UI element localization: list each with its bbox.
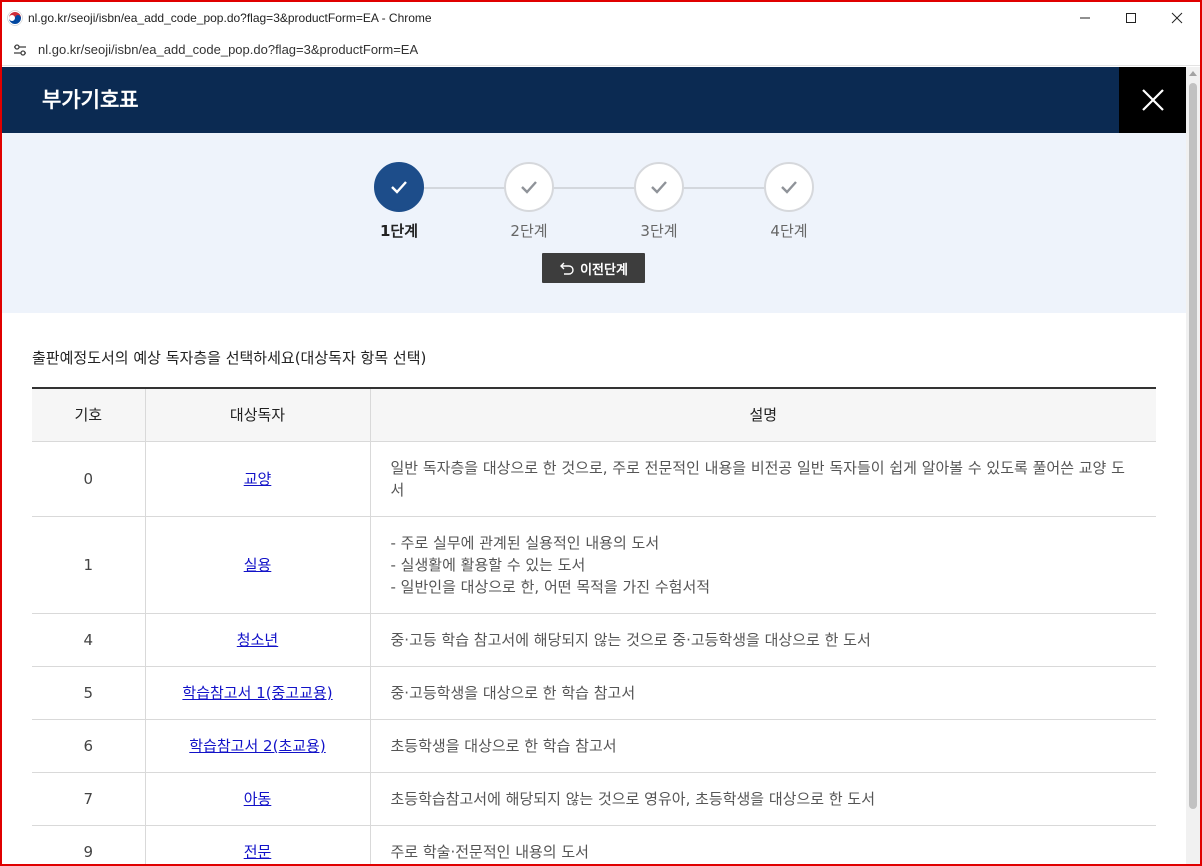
check-icon (521, 181, 537, 194)
title-bar: nl.go.kr/seoji/isbn/ea_add_code_pop.do?f… (2, 2, 1200, 34)
description-line: 초등학습참고서에 해당되지 않는 것으로 영유아, 초등학생을 대상으로 한 도… (390, 789, 876, 808)
table-row: 5 학습참고서 1(중고교용) 중·고등학생을 대상으로 한 학습 참고서 (32, 666, 1156, 720)
table-row: 0 교양 일반 독자층을 대상으로 한 것으로, 주로 전문적인 내용을 비전공… (32, 441, 1156, 517)
step-2: 2단계 (464, 162, 594, 241)
reader-cell: 학습참고서 2(초교용) (144, 719, 370, 773)
address-bar: nl.go.kr/seoji/isbn/ea_add_code_pop.do?f… (2, 34, 1200, 66)
reader-link-children[interactable]: 아동 (244, 790, 272, 808)
browser-window: nl.go.kr/seoji/isbn/ea_add_code_pop.do?f… (0, 0, 1202, 866)
description-line: 주로 학술·전문적인 내용의 도서 (390, 842, 589, 861)
vertical-scrollbar[interactable] (1186, 67, 1200, 864)
modal-title: 부가기호표 (42, 88, 139, 112)
page-viewport: 부가기호표 1단계 2단계 3단계 4단계 이전단계 출판예정도서의 예상 독자… (2, 67, 1186, 864)
description-cell: 중·고등학생을 대상으로 한 학습 참고서 (369, 666, 1156, 720)
description-line: - 일반인을 대상으로 한, 어떤 목적을 가진 수험서적 (390, 577, 711, 596)
column-header-reader: 대상독자 (144, 387, 370, 442)
window-controls (1062, 2, 1200, 34)
step-3: 3단계 (594, 162, 724, 241)
step-4-label: 4단계 (770, 222, 808, 240)
reader-link-professional[interactable]: 전문 (244, 843, 272, 861)
site-info-button[interactable] (12, 42, 28, 58)
previous-step-button[interactable]: 이전단계 (542, 253, 645, 283)
description-cell: 일반 독자층을 대상으로 한 것으로, 주로 전문적인 내용을 비전공 일반 독… (369, 441, 1156, 517)
description-line: 중·고등 학습 참고서에 해당되지 않는 것으로 중·고등학생을 대상으로 한 … (390, 630, 871, 649)
description-cell: 초등학습참고서에 해당되지 않는 것으로 영유아, 초등학생을 대상으로 한 도… (369, 772, 1156, 826)
reader-link-practical[interactable]: 실용 (244, 556, 272, 574)
modal-header: 부가기호표 (2, 67, 1186, 133)
code-cell: 7 (32, 772, 145, 826)
table-row: 4 청소년 중·고등 학습 참고서에 해당되지 않는 것으로 중·고등학생을 대… (32, 613, 1156, 667)
table-row: 9 전문 주로 학술·전문적인 내용의 도서 (32, 825, 1156, 864)
reader-cell: 학습참고서 1(중고교용) (144, 666, 370, 720)
step-indicator: 1단계 2단계 3단계 4단계 이전단계 (2, 133, 1186, 313)
reader-link-study-guide-secondary[interactable]: 학습참고서 1(중고교용) (182, 684, 332, 702)
close-icon (1171, 12, 1183, 24)
url-text[interactable]: nl.go.kr/seoji/isbn/ea_add_code_pop.do?f… (38, 42, 418, 57)
minimize-button[interactable] (1062, 2, 1108, 34)
maximize-icon (1126, 13, 1136, 23)
reader-link-youth[interactable]: 청소년 (237, 631, 278, 649)
maximize-button[interactable] (1108, 2, 1154, 34)
code-cell: 5 (32, 666, 145, 720)
check-icon (651, 181, 667, 194)
previous-step-label: 이전단계 (580, 262, 628, 278)
table-row: 1 실용 - 주로 실무에 관계된 실용적인 내용의 도서 - 실생활에 활용할… (32, 516, 1156, 614)
step-1: 1단계 (334, 162, 464, 241)
column-header-description: 설명 (369, 387, 1156, 442)
scrollbar-thumb[interactable] (1189, 83, 1197, 809)
reader-cell: 청소년 (144, 613, 370, 667)
description-line: 일반 독자층을 대상으로 한 것으로, 주로 전문적인 내용을 비전공 일반 독… (390, 458, 1125, 499)
modal-close-button[interactable] (1119, 67, 1186, 133)
undo-arrow-icon (560, 262, 574, 275)
step-2-label: 2단계 (510, 222, 548, 240)
reader-cell: 아동 (144, 772, 370, 826)
table-row: 7 아동 초등학습참고서에 해당되지 않는 것으로 영유아, 초등학생을 대상으… (32, 772, 1156, 826)
tune-icon (14, 43, 26, 56)
description-cell: 중·고등 학습 참고서에 해당되지 않는 것으로 중·고등학생을 대상으로 한 … (369, 613, 1156, 667)
instruction-text: 출판예정도서의 예상 독자층을 선택하세요(대상독자 항목 선택) (32, 349, 427, 367)
reader-link-study-guide-elementary[interactable]: 학습참고서 2(초교용) (189, 737, 325, 755)
step-1-circle (374, 162, 424, 212)
table-row: 6 학습참고서 2(초교용) 초등학생을 대상으로 한 학습 참고서 (32, 719, 1156, 773)
audience-code-table: 기호 대상독자 설명 0 교양 일반 독자층을 대상으로 한 것으로, 주로 전… (32, 387, 1156, 864)
code-cell: 0 (32, 441, 145, 517)
description-line: - 실생활에 활용할 수 있는 도서 (390, 555, 586, 574)
step-3-label: 3단계 (640, 222, 678, 240)
code-cell: 4 (32, 613, 145, 667)
reader-link-general[interactable]: 교양 (244, 470, 272, 488)
code-cell: 1 (32, 516, 145, 614)
column-header-code: 기호 (32, 387, 145, 442)
korea-emblem-icon (7, 10, 23, 26)
description-cell: - 주로 실무에 관계된 실용적인 내용의 도서 - 실생활에 활용할 수 있는… (369, 516, 1156, 614)
description-line: 초등학생을 대상으로 한 학습 참고서 (390, 736, 617, 755)
close-icon (1141, 89, 1164, 111)
description-line: - 주로 실무에 관계된 실용적인 내용의 도서 (390, 533, 660, 552)
table-header-row: 기호 대상독자 설명 (32, 387, 1156, 442)
description-cell: 주로 학술·전문적인 내용의 도서 (369, 825, 1156, 864)
step-4: 4단계 (724, 162, 854, 241)
description-cell: 초등학생을 대상으로 한 학습 참고서 (369, 719, 1156, 773)
reader-cell: 실용 (144, 516, 370, 614)
step-1-label: 1단계 (379, 222, 419, 240)
reader-cell: 전문 (144, 825, 370, 864)
check-icon (781, 181, 797, 194)
reader-cell: 교양 (144, 441, 370, 517)
code-cell: 6 (32, 719, 145, 773)
window-title: nl.go.kr/seoji/isbn/ea_add_code_pop.do?f… (28, 11, 432, 25)
check-icon (391, 181, 407, 194)
description-line: 중·고등학생을 대상으로 한 학습 참고서 (390, 683, 636, 702)
scroll-up-arrow-icon[interactable] (1189, 71, 1197, 76)
window-close-button[interactable] (1154, 2, 1200, 34)
step-2-circle (504, 162, 554, 212)
step-3-circle (634, 162, 684, 212)
code-cell: 9 (32, 825, 145, 864)
step-4-circle (764, 162, 814, 212)
minimize-icon (1080, 17, 1090, 19)
